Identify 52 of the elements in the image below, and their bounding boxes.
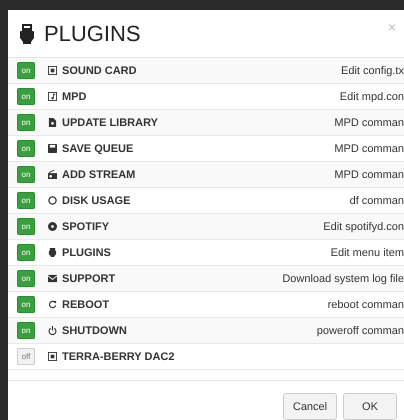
toggle-button[interactable]: on <box>17 166 35 183</box>
chip-icon <box>48 66 57 75</box>
plugin-name: SUPPORT <box>62 272 116 284</box>
plugin-name: SHUTDOWN <box>62 324 127 336</box>
plugin-action: MPD comman <box>334 142 404 154</box>
plugin-action: df comman <box>350 194 404 206</box>
toggle-button[interactable]: on <box>17 322 35 339</box>
music-icon <box>48 92 57 101</box>
floppy-icon <box>48 144 57 153</box>
plugin-name: REBOOT <box>62 298 110 310</box>
toggle-button[interactable]: off <box>17 348 35 365</box>
dialog-title: PLUGINS <box>44 20 141 46</box>
plugin-name: SAVE QUEUE <box>62 142 134 154</box>
radio-icon <box>48 170 57 179</box>
plugin-name: SOUND CARD <box>62 64 137 76</box>
plug-icon <box>48 248 57 257</box>
toggle-button[interactable]: on <box>17 88 35 105</box>
ok-button[interactable]: OK <box>343 393 397 420</box>
toggle-button[interactable]: on <box>17 218 35 235</box>
toggle-button[interactable]: on <box>17 244 35 261</box>
toggle-button[interactable]: on <box>17 62 35 79</box>
plugin-action: Edit config.tx <box>341 64 404 76</box>
circle-icon <box>48 196 57 205</box>
envelope-icon <box>48 274 57 283</box>
plugin-action: MPD comman <box>334 168 404 180</box>
plugin-name: MPD <box>62 90 86 102</box>
plugin-name: SPOTIFY <box>62 220 110 232</box>
chip-icon <box>48 352 57 361</box>
plugin-action: Edit menu item <box>330 246 404 258</box>
plug-icon <box>20 24 34 44</box>
cancel-button[interactable]: Cancel <box>283 393 337 420</box>
disc-icon <box>48 222 57 231</box>
plugin-action: Download system log file <box>282 272 404 284</box>
plugin-action: MPD comman <box>334 116 404 128</box>
plugin-name: DISK USAGE <box>62 194 130 206</box>
file-icon <box>48 118 57 127</box>
power-icon <box>48 326 57 335</box>
plugin-action: reboot comman <box>328 298 404 310</box>
plugin-name: PLUGINS <box>62 246 111 258</box>
close-button[interactable]: × <box>386 20 398 34</box>
plugin-action: Edit mpd.con <box>340 90 404 102</box>
plugin-name: UPDATE LIBRARY <box>62 116 158 128</box>
toggle-button[interactable]: on <box>17 270 35 287</box>
toggle-button[interactable]: on <box>17 296 35 313</box>
plugin-action: poweroff comman <box>316 324 404 336</box>
plugin-action: Edit spotifyd.con <box>323 220 404 232</box>
refresh-icon <box>48 300 57 309</box>
plugin-name: ADD STREAM <box>62 168 136 180</box>
toggle-button[interactable]: on <box>17 192 35 209</box>
plugin-name: TERRA-BERRY DAC2 <box>62 350 174 362</box>
toggle-button[interactable]: on <box>17 140 35 157</box>
toggle-button[interactable]: on <box>17 114 35 131</box>
